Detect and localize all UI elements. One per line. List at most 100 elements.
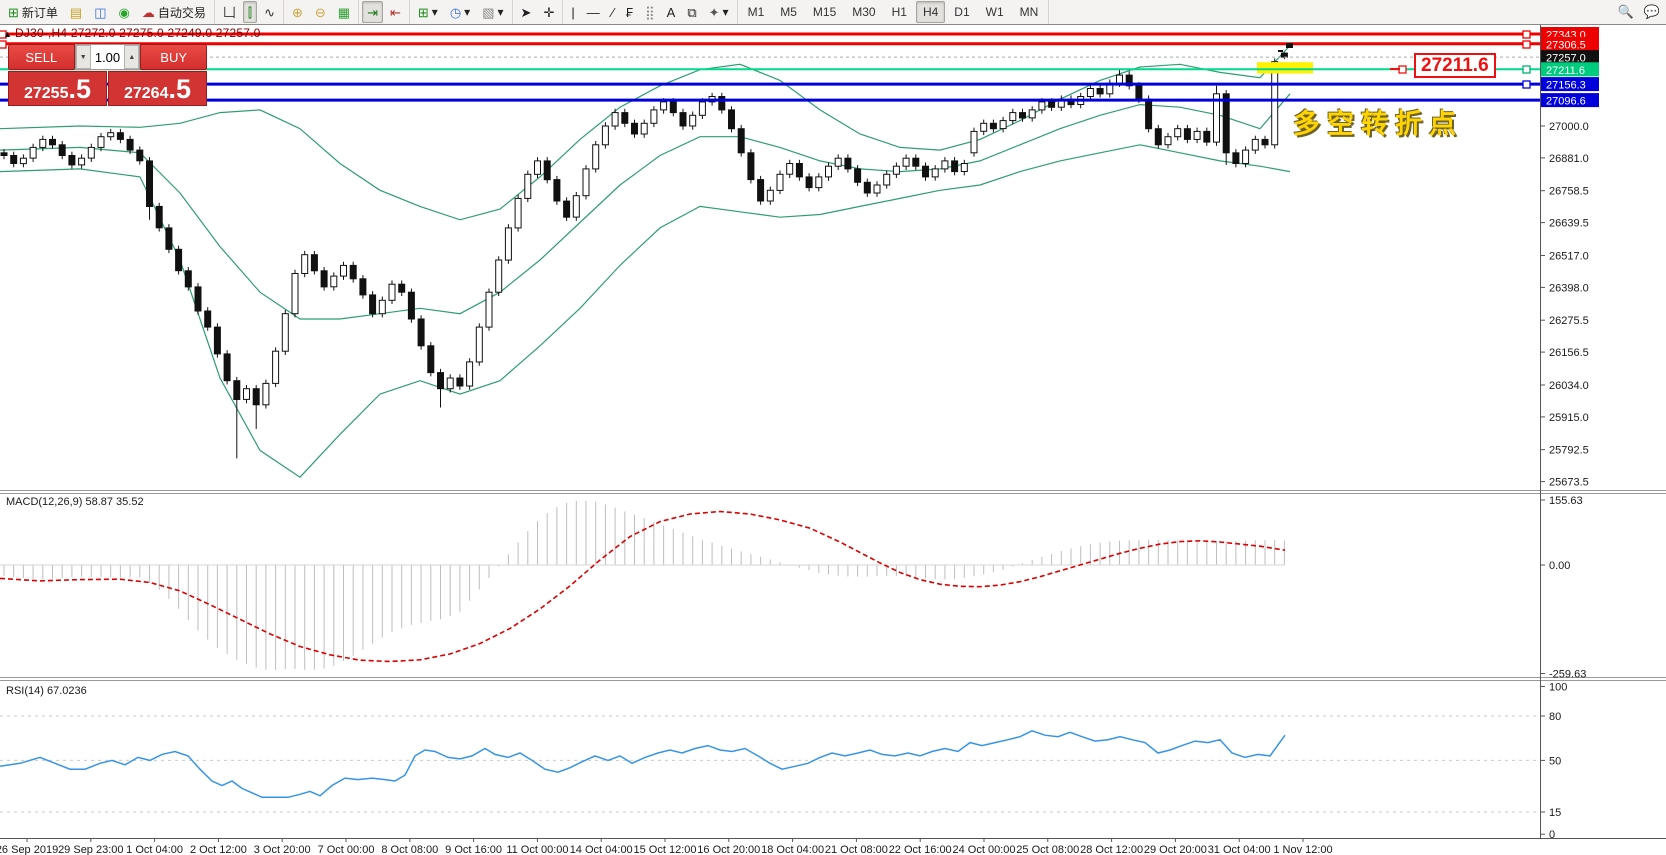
text-button[interactable]: A (662, 1, 681, 23)
svg-text:14 Oct 04:00: 14 Oct 04:00 (570, 844, 633, 855)
svg-text:26517.0: 26517.0 (1549, 251, 1589, 263)
one-click-trading-panel: SELL ▼ 1.00 ▲ BUY 27255.5 27264.5 (8, 44, 207, 106)
sell-button[interactable]: SELL (8, 44, 75, 70)
shapes-button-label: ▾ (723, 5, 729, 19)
candlestick-icon: ⫿ (248, 6, 252, 19)
hline-button[interactable]: — (582, 1, 605, 23)
line-chart-icon: ∿ (264, 6, 275, 19)
svg-text:1 Nov 12:00: 1 Nov 12:00 (1273, 844, 1332, 855)
rsi-indicator-label: RSI(14) 67.0236 (6, 685, 87, 697)
line-chart-button[interactable]: ∿ (259, 1, 280, 23)
label-button[interactable]: ⧉ (682, 1, 701, 23)
charts-button[interactable]: ▤ (65, 1, 87, 23)
new-order-icon: ⊞ (8, 6, 19, 19)
tile-windows-button[interactable]: ▦ (333, 1, 355, 23)
templates-button-label: ▾ (498, 5, 504, 19)
volume-value[interactable]: 1.00 (91, 45, 125, 69)
svg-text:9 Oct 16:00: 9 Oct 16:00 (445, 844, 502, 855)
sell-price[interactable]: 27255.5 (8, 71, 107, 106)
vline-icon: | (571, 6, 574, 19)
cursor-button[interactable]: ➤ (516, 1, 537, 23)
timeframe-w1[interactable]: W1 (979, 1, 1011, 23)
one-click-expand-icon[interactable]: ▲ (3, 29, 12, 39)
zoom-out-icon: ⊖ (315, 6, 326, 19)
timeframe-m5[interactable]: M5 (773, 1, 804, 23)
chart-canvas[interactable]: 27000.026881.026758.526639.526517.026398… (0, 25, 1666, 855)
tile-windows-icon: ▦ (338, 6, 350, 19)
chat-icon[interactable]: 💬 (1644, 4, 1660, 20)
svg-text:3 Oct 20:00: 3 Oct 20:00 (254, 844, 311, 855)
periods-button[interactable]: ◷▾ (445, 1, 475, 23)
svg-text:-259.63: -259.63 (1549, 669, 1586, 681)
timeframe-m1[interactable]: M1 (741, 1, 772, 23)
timeframe-h4[interactable]: H4 (916, 1, 945, 23)
bar-chart-icon: ⼐ (223, 6, 236, 19)
timeframe-h1[interactable]: H1 (885, 1, 914, 23)
timeframe-m15[interactable]: M15 (806, 1, 843, 23)
svg-text:27096.6: 27096.6 (1546, 96, 1586, 108)
fibo-button[interactable]: ₣ (621, 1, 638, 23)
chart-area[interactable]: 27000.026881.026758.526639.526517.026398… (0, 25, 1666, 855)
charts-icon: ▤ (70, 6, 82, 19)
indicators-button[interactable]: ⊞▾ (413, 1, 443, 23)
autotrading-button-label: 自动交易 (158, 4, 206, 21)
macd-indicator-label: MACD(12,26,9) 58.87 35.52 (6, 496, 144, 508)
chart-shift-button[interactable]: ⇤ (385, 1, 406, 23)
zoom-in-button[interactable]: ⊕ (287, 1, 308, 23)
svg-text:25673.5: 25673.5 (1549, 477, 1589, 489)
autotrading-icon: ☁ (142, 6, 155, 19)
svg-text:18 Oct 04:00: 18 Oct 04:00 (761, 844, 824, 855)
volume-stepper[interactable]: ▼ 1.00 ▲ (75, 44, 141, 70)
market-watch-icon: ◫ (94, 6, 106, 19)
volume-up-button[interactable]: ▲ (124, 45, 139, 69)
svg-text:22 Oct 16:00: 22 Oct 16:00 (889, 844, 952, 855)
sell-price-int: 27255 (24, 76, 69, 111)
buy-price-int: 27264 (124, 76, 169, 111)
signals-button[interactable]: ◉ (114, 1, 135, 23)
bar-chart-button[interactable]: ⼐ (218, 1, 241, 23)
trendline-button[interactable]: ∕ (607, 1, 619, 23)
zoom-out-button[interactable]: ⊖ (310, 1, 331, 23)
svg-text:27211.6: 27211.6 (1546, 65, 1585, 77)
svg-text:11 Oct 00:00: 11 Oct 00:00 (506, 844, 568, 855)
timeframe-m30[interactable]: M30 (845, 1, 882, 23)
svg-text:16 Oct 20:00: 16 Oct 20:00 (697, 844, 760, 855)
timeframe-mn[interactable]: MN (1013, 1, 1046, 23)
zoom-in-icon: ⊕ (292, 6, 303, 19)
sell-price-dec: .5 (68, 72, 91, 107)
shapes-button[interactable]: ✦▾ (704, 1, 734, 23)
svg-text:29 Sep 23:00: 29 Sep 23:00 (58, 844, 123, 855)
svg-text:26034.0: 26034.0 (1549, 380, 1589, 392)
crosshair-button[interactable]: ✛ (538, 1, 559, 23)
toolbar-group-chart-type: ⼐ ⫿ ∿ (215, 0, 284, 24)
indicators-button-label: ▾ (432, 5, 438, 19)
toolbar-right: 🔍💬 (1618, 4, 1666, 20)
templates-button[interactable]: ▧▾ (477, 1, 508, 23)
toolbar-group-zoom: ⊕ ⊖ ▦ (284, 0, 359, 24)
timeframe-d1[interactable]: D1 (947, 1, 976, 23)
price-tag-label[interactable]: 27211.6 (1414, 53, 1496, 78)
autotrading-button[interactable]: ☁自动交易 (137, 1, 211, 23)
buy-button[interactable]: BUY (140, 44, 207, 70)
fibo-icon: ₣ (626, 6, 633, 19)
channel-button[interactable]: ⣿ (640, 1, 660, 23)
svg-text:155.63: 155.63 (1549, 495, 1583, 507)
new-order-button[interactable]: ⊞新订单 (3, 1, 63, 23)
vline-button[interactable]: | (566, 1, 579, 23)
market-watch-button[interactable]: ◫ (89, 1, 111, 23)
periods-icon: ◷ (450, 6, 461, 19)
templates-icon: ▧ (482, 6, 494, 19)
svg-text:15: 15 (1549, 807, 1561, 819)
svg-text:25915.0: 25915.0 (1549, 412, 1589, 424)
svg-text:29 Oct 20:00: 29 Oct 20:00 (1144, 844, 1207, 855)
candlestick-button[interactable]: ⫿ (243, 1, 257, 23)
svg-text:26156.5: 26156.5 (1549, 347, 1589, 359)
buy-price[interactable]: 27264.5 (108, 71, 207, 106)
auto-scroll-button[interactable]: ⇥ (362, 1, 383, 23)
chart-annotation-text: 多空转折点 (1293, 102, 1463, 141)
svg-text:28 Oct 12:00: 28 Oct 12:00 (1080, 844, 1143, 855)
search-icon[interactable]: 🔍 (1618, 4, 1634, 20)
svg-text:26398.0: 26398.0 (1549, 282, 1589, 294)
svg-text:100: 100 (1549, 682, 1567, 694)
volume-down-button[interactable]: ▼ (76, 45, 91, 69)
